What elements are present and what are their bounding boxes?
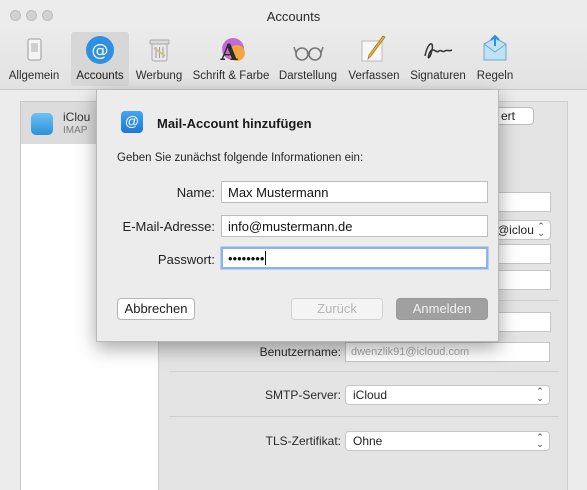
text-caret [265,251,267,265]
email-label: E-Mail-Adresse: [122,219,215,234]
account-name: iClou [63,110,91,124]
window-title: Accounts [266,9,321,24]
signature-icon [424,43,453,59]
at-sign-icon: @ [121,111,143,133]
name-field[interactable]: Max Mustermann [221,181,488,203]
tab-allgemein[interactable]: Allgemein [4,32,64,86]
rules-envelope-icon [483,34,507,61]
smtp-select-value: iCloud [353,388,388,402]
smtp-select[interactable]: iCloud ⌃ ⌄ [345,385,550,405]
tab-signaturen[interactable]: Signaturen [406,32,470,86]
tls-select-value: Ohne [353,434,383,448]
username-label: Benutzername: [259,345,341,359]
svg-text:A: A [219,40,238,66]
font-color-icon: A [219,38,245,66]
at-sign-icon: @ [86,36,114,64]
mail-preferences-window: Accounts Allgemein @ Accounts Werbung A … [0,0,587,490]
pencil-icon [361,35,386,62]
tab-accounts-label: Accounts [76,70,124,82]
back-button[interactable]: Zurück [291,298,383,320]
tab-accounts[interactable]: @ Accounts [71,32,129,86]
tab-signaturen-label: Signaturen [410,70,466,82]
account-type: IMAP [63,125,88,136]
name-label: Name: [176,185,215,200]
smtp-label: SMTP-Server: [264,388,341,402]
svg-text:@: @ [92,41,109,61]
hidden-select-value: @iclou [497,223,534,237]
dialog-subtitle: Geben Sie zunächst folgende Informatione… [117,152,364,164]
trash-icon [149,39,170,62]
password-field[interactable]: •••••••• [221,247,488,269]
dialog-title: Mail-Account hinzufügen [157,116,312,131]
tab-schrift-farbe-label: Schrift & Farbe [192,70,270,82]
cancel-button[interactable]: Abbrechen [117,298,195,320]
tab-werbung-label: Werbung [135,70,183,82]
tab-regeln-label: Regeln [476,70,514,82]
switch-icon [27,38,42,61]
tab-allgemein-label: Allgemein [8,70,60,82]
partial-button[interactable]: ert [494,107,534,125]
tab-regeln[interactable]: Regeln [472,32,518,86]
tls-select[interactable]: Ohne ⌃ ⌄ [345,431,550,451]
divider [169,416,559,417]
title-bar: Accounts [0,0,587,30]
divider [169,371,559,372]
preferences-toolbar: Allgemein @ Accounts Werbung A Schrift &… [0,28,587,90]
chevron-updown-icon: ⌃ ⌄ [537,221,545,238]
tab-darstellung-label: Darstellung [278,70,338,82]
tab-werbung[interactable]: Werbung [131,32,187,86]
tab-darstellung[interactable]: Darstellung [275,32,341,86]
tls-label: TLS-Zertifikat: [265,434,341,448]
tab-schrift-farbe[interactable]: A Schrift & Farbe [189,32,273,86]
chevron-updown-icon: ⌃ ⌄ [536,386,544,403]
glasses-icon [293,46,324,61]
username-field[interactable]: dwenzlik91@icloud.com [345,342,550,362]
tab-verfassen[interactable]: Verfassen [343,32,405,86]
icloud-icon [31,113,53,135]
password-value: •••••••• [228,251,265,266]
email-field[interactable]: info@mustermann.de [221,215,488,237]
login-button[interactable]: Anmelden [396,298,488,320]
password-label: Passwort: [157,252,215,267]
add-mail-account-dialog: @ Mail-Account hinzufügen Geben Sie zunä… [96,90,499,342]
chevron-updown-icon: ⌃ ⌄ [536,432,544,449]
tab-verfassen-label: Verfassen [348,70,400,82]
